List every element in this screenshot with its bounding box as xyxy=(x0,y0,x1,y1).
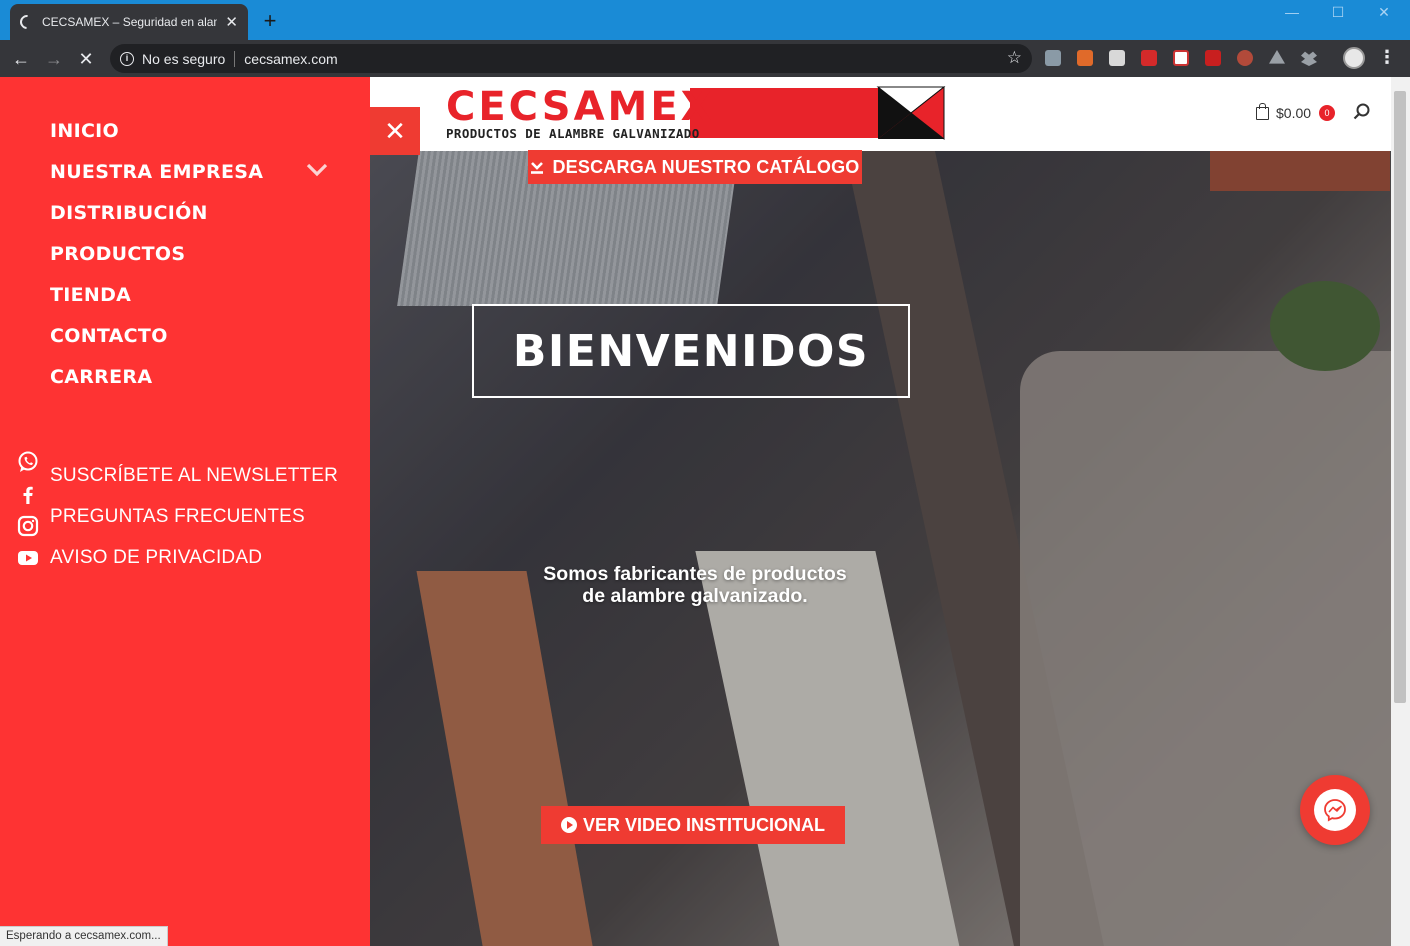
privacy-notice-link[interactable]: AVISO DE PRIVACIDAD xyxy=(50,547,262,569)
hero-overlay xyxy=(370,151,1391,946)
watch-video-label: VER VIDEO INSTITUCIONAL xyxy=(582,814,825,835)
page-viewport: CECSAMEX PRODUCTOS DE ALAMBRE GALVANIZAD… xyxy=(0,77,1410,946)
hero-tagline: Somos fabricantes de productos de alambr… xyxy=(470,563,920,607)
browser-menu-icon[interactable]: ⋮ xyxy=(1378,47,1396,68)
youtube-icon[interactable] xyxy=(17,547,39,569)
dropbox-extension-icon[interactable] xyxy=(1301,51,1317,66)
menu-item-tienda[interactable]: TIENDA xyxy=(50,284,131,306)
status-bar: Esperando a cecsamex.com... xyxy=(0,926,168,946)
loading-spinner-icon xyxy=(17,12,37,32)
facebook-icon[interactable] xyxy=(17,483,39,505)
browser-tab[interactable]: CECSAMEX – Seguridad en alambre ✕ xyxy=(10,4,248,40)
new-tab-button[interactable]: + xyxy=(258,10,282,34)
back-arrow-icon[interactable]: ← xyxy=(10,48,32,70)
chevron-down-icon[interactable] xyxy=(306,163,328,177)
watch-video-button[interactable]: VER VIDEO INSTITUCIONAL xyxy=(541,806,845,844)
menu-item-inicio[interactable]: INICIO xyxy=(50,120,119,142)
extension-icon[interactable] xyxy=(1077,50,1093,66)
menu-item-contacto[interactable]: CONTACTO xyxy=(50,325,168,347)
forward-arrow-icon[interactable]: → xyxy=(43,48,65,70)
cart-button[interactable]: $0.00 0 xyxy=(1256,102,1336,121)
newsletter-link[interactable]: SUSCRÍBETE AL NEWSLETTER xyxy=(50,465,338,487)
bookmark-star-icon[interactable]: ☆ xyxy=(1007,48,1022,68)
play-icon xyxy=(560,817,577,833)
menu-item-nuestra-empresa[interactable]: NUESTRA EMPRESA xyxy=(50,161,263,183)
window-close-icon[interactable]: ✕ xyxy=(1362,4,1406,21)
info-icon[interactable]: i xyxy=(120,51,134,66)
search-icon[interactable] xyxy=(1353,103,1371,121)
tagline-line-2: de alambre galvanizado. xyxy=(582,585,808,607)
tab-title: CECSAMEX – Seguridad en alambre xyxy=(42,15,217,29)
extension-icon[interactable] xyxy=(1109,50,1125,66)
scrollbar-thumb[interactable] xyxy=(1394,91,1406,703)
drive-extension-icon[interactable] xyxy=(1269,50,1285,64)
cecsamex-logo[interactable]: CECSAMEX PRODUCTOS DE ALAMBRE GALVANIZAD… xyxy=(446,85,946,143)
download-catalog-button[interactable]: DESCARGA NUESTRO CATÁLOGO xyxy=(528,150,862,184)
stop-loading-icon[interactable]: ✕ xyxy=(75,48,97,70)
hero-aerial-image xyxy=(370,151,1391,946)
download-icon xyxy=(531,162,544,174)
browser-titlebar: CECSAMEX – Seguridad en alambre ✕ + — ☐ … xyxy=(0,0,1410,40)
extension-icon[interactable] xyxy=(1045,50,1061,66)
menu-item-productos[interactable]: PRODUCTOS xyxy=(50,243,185,265)
logo-subtitle: PRODUCTOS DE ALAMBRE GALVANIZADO xyxy=(446,126,700,141)
shopping-bag-icon xyxy=(1256,102,1269,120)
messenger-icon xyxy=(1314,789,1356,831)
tab-close-icon[interactable]: ✕ xyxy=(225,13,238,31)
menu-item-carrera[interactable]: CARRERA xyxy=(50,366,152,388)
extension-icon[interactable] xyxy=(1205,50,1221,66)
faq-link[interactable]: PREGUNTAS FRECUENTES xyxy=(50,506,305,528)
address-bar[interactable]: i No es seguro cecsamex.com ☆ xyxy=(110,44,1032,73)
omnibox-separator xyxy=(234,50,236,67)
profile-avatar[interactable] xyxy=(1343,47,1365,69)
cart-total: $0.00 xyxy=(1276,105,1312,121)
close-menu-button[interactable]: ✕ xyxy=(370,107,420,155)
tagline-line-1: Somos fabricantes de productos xyxy=(543,563,847,585)
extension-icon[interactable] xyxy=(1173,50,1189,66)
page-scrollbar[interactable] xyxy=(1391,77,1410,946)
welcome-banner: BIENVENIDOS xyxy=(472,304,910,398)
maximize-icon[interactable]: ☐ xyxy=(1316,4,1360,21)
pdf-extension-icon[interactable] xyxy=(1141,50,1157,66)
menu-item-distribucion[interactable]: DISTRIBUCIÓN xyxy=(50,202,208,224)
minimize-icon[interactable]: — xyxy=(1270,4,1314,20)
side-menu: INICIO NUESTRA EMPRESA DISTRIBUCIÓN PROD… xyxy=(0,77,370,946)
browser-toolbar: ← → ✕ i No es seguro cecsamex.com ☆ xyxy=(0,40,1410,77)
messenger-glyph xyxy=(1324,799,1346,822)
logo-star-icon xyxy=(876,85,946,141)
cart-count-badge: 0 xyxy=(1319,105,1336,121)
instagram-icon[interactable] xyxy=(17,515,39,537)
logo-wordmark: CECSAMEX xyxy=(446,84,715,130)
welcome-heading: BIENVENIDOS xyxy=(512,325,870,377)
whatsapp-icon[interactable] xyxy=(17,451,39,473)
extension-icon[interactable] xyxy=(1237,50,1253,66)
download-catalog-label: DESCARGA NUESTRO CATÁLOGO xyxy=(552,156,860,177)
messenger-chat-button[interactable] xyxy=(1300,775,1370,845)
security-label: No es seguro xyxy=(142,50,226,67)
url-text[interactable]: cecsamex.com xyxy=(244,51,337,67)
